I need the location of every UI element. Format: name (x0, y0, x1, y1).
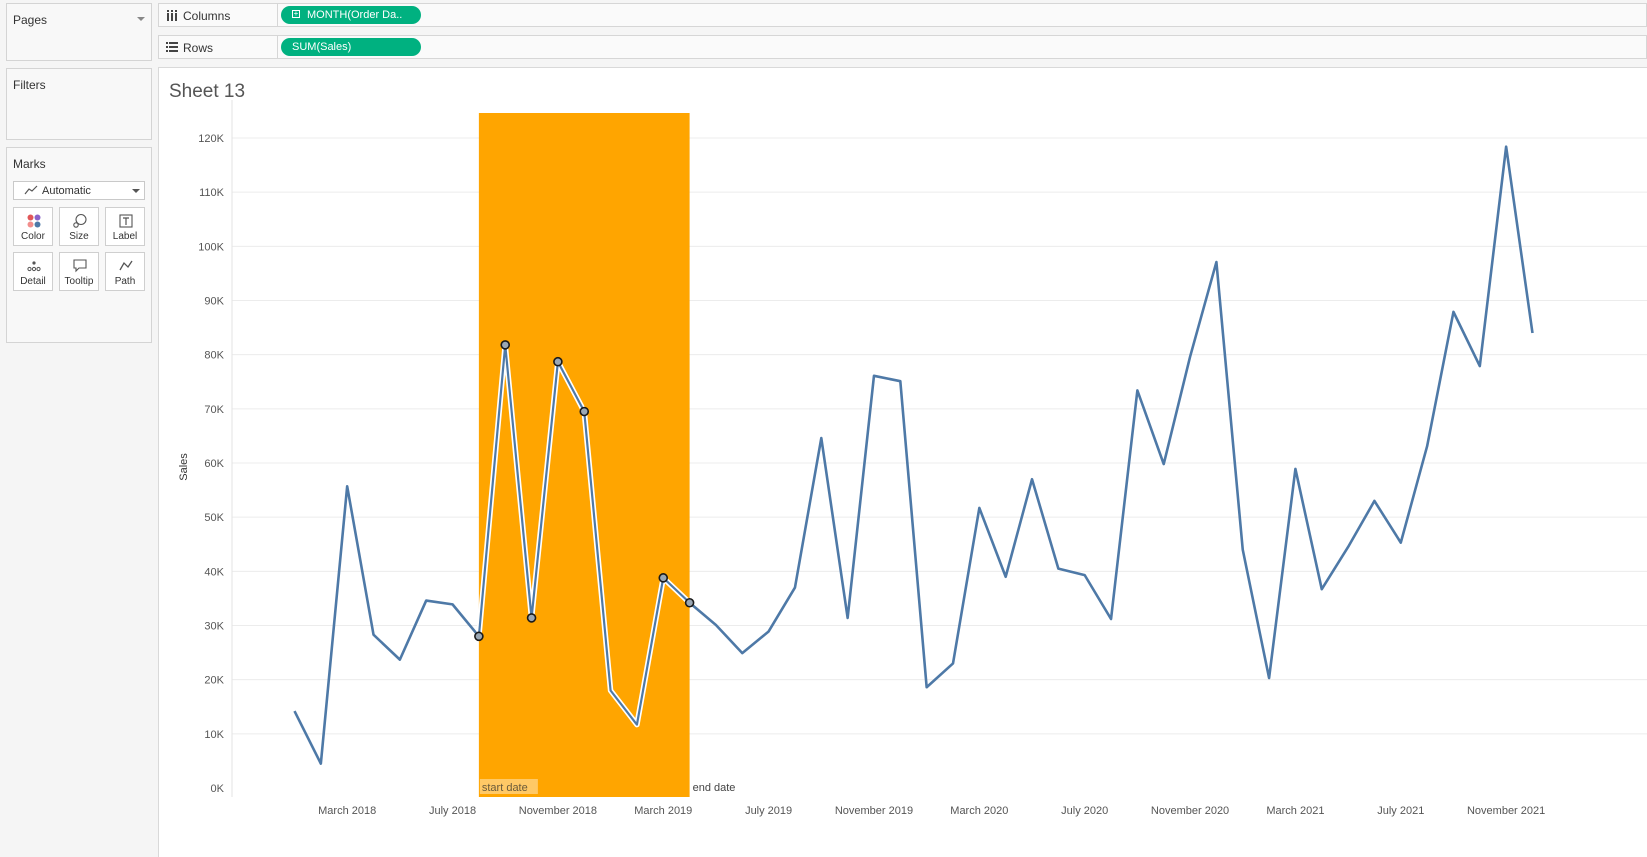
x-tick-label: July 2019 (745, 805, 792, 817)
y-tick-label: 60K (204, 458, 224, 470)
rows-pill-label: SUM(Sales) (292, 41, 352, 53)
pages-title: Pages (13, 13, 48, 27)
date-range-band[interactable] (478, 113, 690, 797)
tooltip-label: Tooltip (64, 276, 94, 287)
y-tick-label: 40K (204, 566, 224, 578)
y-axis: 0K 10K 20K 30K 40K 50K 60K 70K 80K 90K 100K 110K 120… (198, 100, 233, 797)
columns-shelf-name: Columns (159, 4, 278, 26)
y-tick-label: 10K (204, 729, 224, 741)
x-tick-label: November 2018 (519, 805, 597, 817)
x-tick-label: March 2021 (1266, 805, 1324, 817)
sum-sales-pill[interactable]: SUM(Sales) (281, 38, 421, 56)
gridlines (232, 137, 1647, 735)
data-point[interactable] (474, 631, 484, 642)
y-tick-label: 80K (204, 350, 224, 362)
path-button[interactable]: Path (105, 252, 145, 291)
data-point[interactable] (658, 573, 669, 583)
color-button[interactable]: Color (13, 207, 53, 246)
y-tick-label: 20K (204, 675, 224, 687)
sales-line-chart[interactable]: start date end date 0K 10K 20K 30K 40K 50K 60K 7… (158, 100, 1647, 857)
x-tick-label: July 2021 (1377, 805, 1424, 817)
x-tick-label: July 2020 (1061, 805, 1108, 817)
detail-label: Detail (20, 276, 46, 287)
y-tick-label: 0K (211, 783, 225, 795)
mark-type-dropdown[interactable]: Automatic (13, 181, 145, 200)
x-tick-label: November 2020 (1151, 805, 1229, 817)
data-point[interactable] (553, 356, 563, 367)
rows-icon (166, 42, 178, 52)
y-tick-label: 120K (198, 133, 224, 145)
label-label: Label (112, 231, 138, 242)
tooltip-button[interactable]: Tooltip (59, 252, 99, 291)
y-axis-title: Sales (178, 453, 190, 481)
y-tick-label: 30K (204, 621, 224, 633)
start-date-label: start date (482, 782, 528, 794)
size-label: Size (69, 231, 89, 242)
rows-shelf[interactable]: Rows SUM(Sales) (158, 35, 1647, 59)
chevron-down-icon (132, 189, 140, 193)
pages-card[interactable]: Pages (6, 3, 152, 61)
x-tick-label: March 2018 (318, 805, 376, 817)
data-point[interactable] (579, 406, 590, 417)
x-tick-label: November 2019 (835, 805, 913, 817)
end-date-label: end date (693, 782, 736, 794)
detail-icon (27, 261, 41, 272)
detail-button[interactable]: Detail (13, 252, 53, 291)
data-point[interactable] (684, 597, 695, 608)
marks-title: Marks (13, 157, 46, 171)
y-tick-label: 70K (204, 404, 224, 416)
color-label: Color (21, 231, 45, 242)
mark-type-label: Automatic (42, 185, 91, 197)
data-point[interactable] (500, 340, 511, 350)
x-tick-label: November 2021 (1467, 805, 1545, 817)
y-tick-label: 100K (198, 241, 224, 253)
columns-icon (167, 10, 177, 21)
color-icon (27, 214, 41, 228)
x-tick-label: March 2020 (950, 805, 1008, 817)
path-icon (119, 260, 133, 271)
expand-plus-icon[interactable]: + (292, 10, 300, 18)
line-mark-icon (24, 185, 38, 195)
y-tick-label: 50K (204, 512, 224, 524)
columns-pill-label: MONTH(Order Da.. (307, 9, 403, 21)
path-label: Path (114, 276, 136, 287)
marks-card: Marks Automatic Color Size Label Detail … (6, 147, 152, 343)
tooltip-icon (73, 259, 87, 273)
x-tick-label: July 2018 (429, 805, 476, 817)
size-icon (73, 213, 87, 228)
size-button[interactable]: Size (59, 207, 99, 246)
x-tick-label: March 2019 (634, 805, 692, 817)
y-tick-label: 110K (199, 187, 225, 199)
rows-shelf-name: Rows (159, 36, 278, 58)
columns-shelf[interactable]: Columns + MONTH(Order Da.. (158, 3, 1647, 27)
filters-title: Filters (13, 78, 46, 92)
rows-label: Rows (183, 41, 214, 55)
x-axis: March 2018 July 2018 November 2018 March 20… (318, 805, 1545, 817)
filters-card[interactable]: Filters (6, 68, 152, 140)
columns-label: Columns (183, 9, 231, 23)
month-order-date-pill[interactable]: + MONTH(Order Da.. (281, 6, 421, 24)
pages-dropdown-arrow-icon[interactable] (137, 17, 145, 21)
data-point[interactable] (526, 613, 537, 623)
label-icon (119, 214, 133, 228)
y-tick-label: 90K (204, 296, 224, 308)
label-button[interactable]: Label (105, 207, 145, 246)
